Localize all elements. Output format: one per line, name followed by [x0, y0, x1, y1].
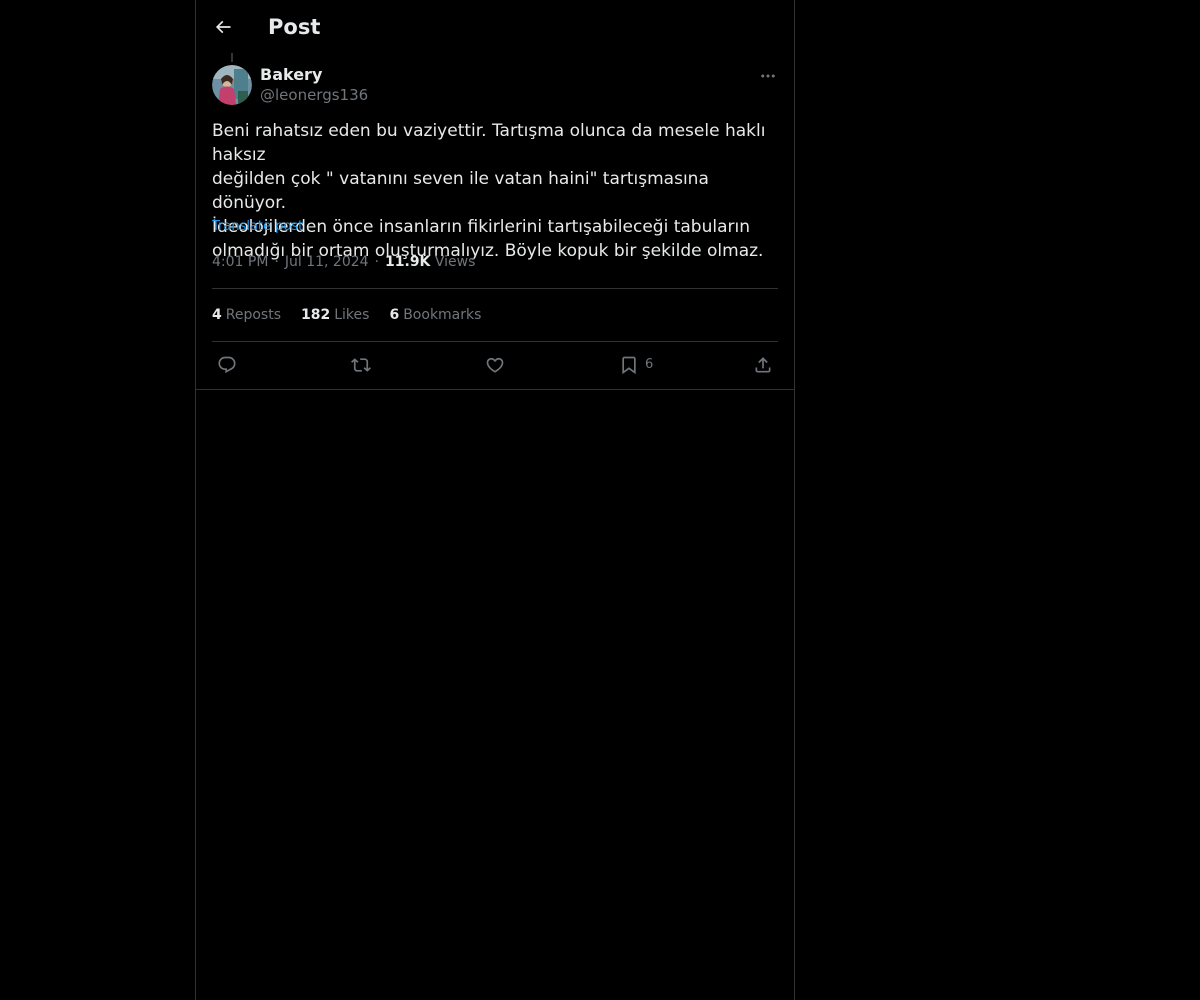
engagement-stats: 4 Reposts 182 Likes 6 Bookmarks	[212, 305, 481, 325]
reposts-stat[interactable]: 4 Reposts	[212, 305, 281, 325]
bookmark-button[interactable]: 6	[619, 353, 653, 377]
repost-button[interactable]	[351, 353, 371, 377]
bookmarks-label: Bookmarks	[403, 307, 482, 323]
bookmarks-stat[interactable]: 6 Bookmarks	[389, 305, 481, 325]
views-label: Views	[434, 254, 476, 270]
divider	[212, 288, 778, 289]
reposts-count: 4	[212, 307, 222, 323]
views-count: 11.9K	[385, 254, 431, 270]
post-text: Beni rahatsız eden bu vaziyettir. Tartış…	[212, 121, 766, 261]
reply-button[interactable]	[217, 353, 237, 377]
meta-separator: ·	[374, 254, 380, 270]
translate-post-link[interactable]: Translate post	[212, 218, 303, 236]
avatar-image	[212, 65, 252, 105]
action-bar: 6	[196, 342, 794, 390]
post-metadata: 4:01 PM · Jul 11, 2024 · 11.9K Views	[212, 252, 475, 272]
thread-connector-line	[231, 53, 233, 62]
post-date[interactable]: Jul 11, 2024	[285, 254, 369, 270]
reply-icon	[218, 356, 236, 374]
avatar[interactable]	[212, 65, 252, 105]
bookmark-count: 6	[645, 357, 654, 372]
timeline-column: Post Bakery @leonergs136 Beni rahatsız e…	[195, 0, 795, 1000]
author-name[interactable]: Bakery	[260, 64, 322, 86]
more-options-button[interactable]	[756, 64, 780, 88]
like-button[interactable]	[485, 353, 505, 377]
page-title: Post	[268, 15, 321, 39]
back-button[interactable]	[206, 10, 240, 44]
likes-label: Likes	[334, 307, 370, 323]
header-bar: Post	[196, 0, 794, 53]
likes-count: 182	[301, 307, 331, 323]
more-dots-icon	[761, 74, 775, 78]
reposts-label: Reposts	[225, 307, 281, 323]
arrow-left-icon	[215, 20, 231, 34]
likes-stat[interactable]: 182 Likes	[301, 305, 369, 325]
heart-icon	[486, 357, 504, 373]
post-time[interactable]: 4:01 PM	[212, 254, 268, 270]
meta-separator: ·	[274, 254, 279, 270]
author-handle[interactable]: @leonergs136	[260, 85, 368, 105]
repost-icon	[351, 358, 371, 372]
share-button[interactable]	[753, 353, 773, 377]
bookmark-icon	[622, 356, 636, 375]
share-icon	[755, 357, 771, 373]
bookmarks-count: 6	[389, 307, 400, 323]
